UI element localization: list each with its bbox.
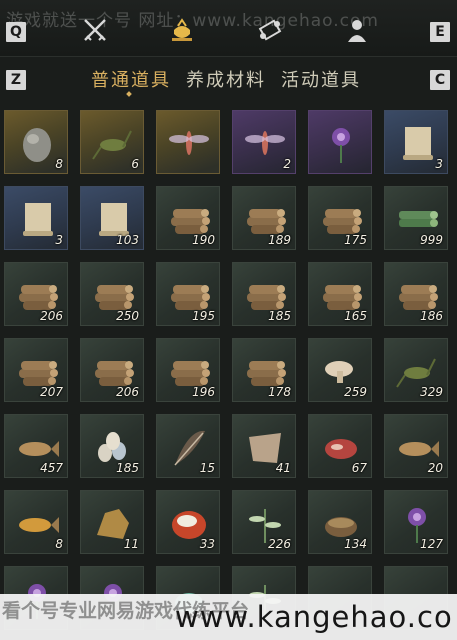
eggs-item[interactable]: 185 (80, 414, 144, 478)
q-key-hint[interactable]: Q (6, 22, 26, 42)
log-bundle-item[interactable]: 185 (232, 262, 296, 326)
stone-icon (23, 128, 51, 162)
log-bundle-item[interactable]: 165 (308, 262, 372, 326)
item-count: 134 (344, 537, 367, 551)
inventory-grid: 8 6 2 3 3 103 190 189 175 999 206 250 195 185 165 186 20… (0, 110, 457, 640)
active-tab-indicator (126, 91, 132, 97)
scroll-item[interactable]: 103 (80, 186, 144, 250)
item-count: 196 (192, 385, 215, 399)
herb-item[interactable]: 226 (232, 490, 296, 554)
item-count: 207 (40, 385, 63, 399)
scroll-item[interactable]: 3 (4, 186, 68, 250)
item-count: 2 (283, 157, 291, 171)
cauldron-icon[interactable] (168, 16, 196, 44)
mushroom-item[interactable]: 259 (308, 338, 372, 402)
firefly-item[interactable] (156, 110, 220, 174)
character-icon[interactable] (343, 16, 371, 44)
purple-flower-item[interactable] (308, 110, 372, 174)
log-bundle-item[interactable]: 186 (384, 262, 448, 326)
hide-item[interactable]: 41 (232, 414, 296, 478)
item-count: 11 (123, 537, 139, 551)
item-count: 67 (351, 461, 367, 475)
item-count: 185 (116, 461, 139, 475)
item-count: 206 (116, 385, 139, 399)
item-count: 3 (55, 233, 63, 247)
item-count: 8 (55, 537, 63, 551)
item-count: 103 (116, 233, 139, 247)
item-count: 259 (344, 385, 367, 399)
tab-common-items[interactable]: 普通道具 (91, 66, 171, 92)
log-bundle-item[interactable]: 189 (232, 186, 296, 250)
log-bundle-item[interactable]: 206 (80, 338, 144, 402)
item-count: 206 (40, 309, 63, 323)
stone-item[interactable]: 8 (4, 110, 68, 174)
tab-growth-materials[interactable]: 养成材料 (186, 66, 266, 92)
log-bundle-item[interactable]: 250 (80, 262, 144, 326)
scroll-icon (403, 127, 433, 160)
item-count: 3 (435, 157, 443, 171)
banner-url-text: www.kangehao.co (175, 600, 453, 634)
item-count: 165 (344, 309, 367, 323)
dragonfly-item[interactable]: 2 (232, 110, 296, 174)
locust-item[interactable]: 329 (384, 338, 448, 402)
crossed-swords-icon[interactable] (81, 16, 109, 44)
meat-item[interactable]: 67 (308, 414, 372, 478)
log-bundle-item[interactable]: 195 (156, 262, 220, 326)
item-count: 185 (268, 309, 291, 323)
scroll-icon (23, 203, 53, 236)
log-bundle-item[interactable]: 196 (156, 338, 220, 402)
ore-item[interactable]: 11 (80, 490, 144, 554)
item-count: 127 (420, 537, 443, 551)
purple-flower-item[interactable]: 127 (384, 490, 448, 554)
item-count: 8 (55, 157, 63, 171)
cricket-item[interactable]: 6 (80, 110, 144, 174)
goldfish-icon (19, 517, 59, 533)
scroll-item[interactable]: 3 (384, 110, 448, 174)
scroll-icon[interactable] (256, 16, 284, 44)
amber-item[interactable]: 33 (156, 490, 220, 554)
firefly-icon (169, 131, 209, 155)
goldfish-item[interactable]: 8 (4, 490, 68, 554)
item-count: 189 (268, 233, 291, 247)
e-key-hint[interactable]: E (430, 22, 450, 42)
tab-event-items[interactable]: 活动道具 (281, 66, 361, 92)
bamboo-bundle-item[interactable]: 999 (384, 186, 448, 250)
item-count: 250 (116, 309, 139, 323)
log-bundle-item[interactable]: 190 (156, 186, 220, 250)
item-count: 226 (268, 537, 291, 551)
carp-item[interactable]: 20 (384, 414, 448, 478)
cricket-icon (92, 130, 132, 160)
purple-flower-icon (332, 128, 350, 163)
watermark-banner: 看个号专业网易游戏代练平台 www.kangehao.co (0, 594, 457, 640)
item-count: 178 (268, 385, 291, 399)
feathers-item[interactable]: 15 (156, 414, 220, 478)
log-bundle-item[interactable]: 206 (4, 262, 68, 326)
item-count: 41 (275, 461, 291, 475)
fish-item[interactable]: 457 (4, 414, 68, 478)
top-bar: 游戏就送一个号 网址：www.kangehao.com Q E (0, 0, 457, 57)
item-count: 186 (420, 309, 443, 323)
log-bundle-item[interactable]: 178 (232, 338, 296, 402)
item-count: 6 (131, 157, 139, 171)
item-count: 329 (420, 385, 443, 399)
item-count: 190 (192, 233, 215, 247)
mortar-item[interactable]: 134 (308, 490, 372, 554)
log-bundle-item[interactable]: 207 (4, 338, 68, 402)
dragonfly-icon (245, 131, 285, 155)
item-count: 15 (199, 461, 215, 475)
log-bundle-item[interactable]: 175 (308, 186, 372, 250)
item-count: 20 (427, 461, 443, 475)
item-count: 457 (40, 461, 63, 475)
item-count: 999 (420, 233, 443, 247)
item-count: 175 (344, 233, 367, 247)
category-tabs: 普通道具 养成材料 活动道具 (0, 66, 457, 97)
item-count: 195 (192, 309, 215, 323)
item-count: 33 (199, 537, 215, 551)
watermark-text: 游戏就送一个号 网址：www.kangehao.com (6, 11, 379, 31)
